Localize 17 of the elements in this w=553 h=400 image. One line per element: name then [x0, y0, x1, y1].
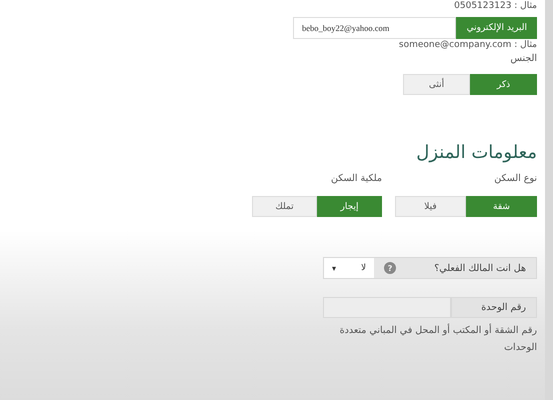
toggle-option[interactable]: فيلا — [395, 196, 466, 217]
email-label: البريد الإلكتروني — [456, 17, 537, 39]
group-label: ملكية السكن — [330, 173, 382, 184]
toggle-option[interactable]: تملك — [252, 196, 317, 217]
unit-label: رقم الوحدة — [451, 297, 537, 318]
gender-option[interactable]: ذكر — [470, 74, 537, 95]
email-hint: مثال : someone@company.com — [398, 39, 537, 51]
toggle-option[interactable]: إيجار — [317, 196, 382, 217]
group-label: نوع السكن — [493, 173, 537, 184]
gender-option[interactable]: أنثى — [403, 74, 470, 95]
section-title: معلومات المنزل — [416, 142, 537, 163]
toggle-option[interactable]: شقة — [466, 196, 537, 217]
phone-hint: مثال : 0505123123 — [454, 1, 537, 12]
scrollbar[interactable] — [545, 0, 553, 400]
email-field[interactable]: bebo_boy22@yahoo.com — [293, 17, 456, 39]
gender-label: الجنس — [510, 53, 537, 64]
unit-hint: رقم الشقة أو المكتب أو المحل في المباني متعددة الوحدات — [338, 322, 537, 355]
